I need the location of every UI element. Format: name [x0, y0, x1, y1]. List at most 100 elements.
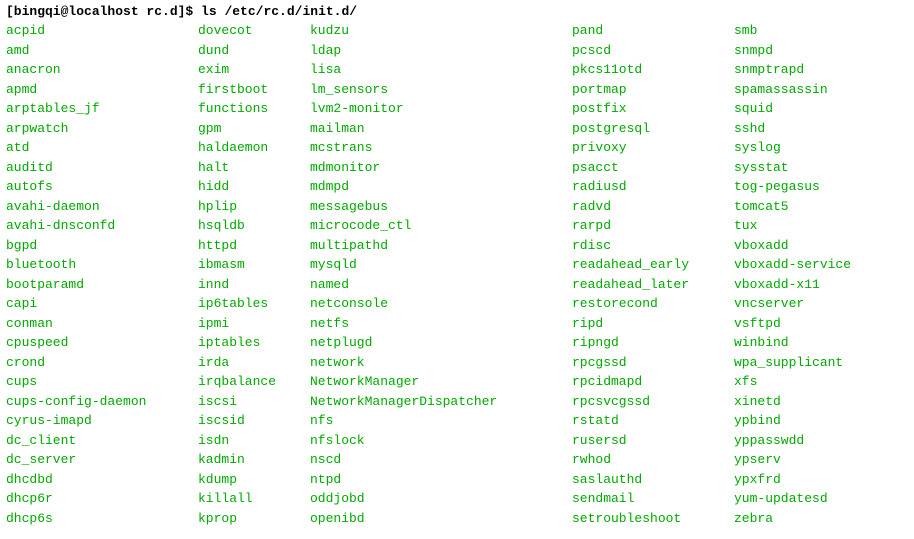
directory-listing: acpidamdanacronapmdarptables_jfarpwatcha…	[6, 21, 908, 528]
list-item: dovecot	[198, 21, 298, 41]
list-item: postgresql	[572, 119, 722, 139]
list-item: conman	[6, 314, 186, 334]
list-item: rusersd	[572, 431, 722, 451]
list-item: NetworkManager	[310, 372, 560, 392]
list-item: spamassassin	[734, 80, 884, 100]
list-item: amd	[6, 41, 186, 61]
list-item: postfix	[572, 99, 722, 119]
list-item: rstatd	[572, 411, 722, 431]
list-item: arpwatch	[6, 119, 186, 139]
list-item: innd	[198, 275, 298, 295]
list-item: gpm	[198, 119, 298, 139]
list-item: setroubleshoot	[572, 509, 722, 529]
list-item: nfslock	[310, 431, 560, 451]
list-item: yum-updatesd	[734, 489, 884, 509]
list-item: pcscd	[572, 41, 722, 61]
list-item: bluetooth	[6, 255, 186, 275]
list-item: ipmi	[198, 314, 298, 334]
list-item: hidd	[198, 177, 298, 197]
list-item: rarpd	[572, 216, 722, 236]
list-item: dhcdbd	[6, 470, 186, 490]
list-item: avahi-dnsconfd	[6, 216, 186, 236]
list-item: network	[310, 353, 560, 373]
list-item: sshd	[734, 119, 884, 139]
list-item: syslog	[734, 138, 884, 158]
list-item: radiusd	[572, 177, 722, 197]
list-item: ntpd	[310, 470, 560, 490]
list-item: haldaemon	[198, 138, 298, 158]
list-item: openibd	[310, 509, 560, 529]
list-item: mcstrans	[310, 138, 560, 158]
list-item: restorecond	[572, 294, 722, 314]
list-item: ibmasm	[198, 255, 298, 275]
list-item: microcode_ctl	[310, 216, 560, 236]
list-item: mailman	[310, 119, 560, 139]
list-item: apmd	[6, 80, 186, 100]
list-item: tux	[734, 216, 884, 236]
list-item: snmpd	[734, 41, 884, 61]
list-item: kudzu	[310, 21, 560, 41]
list-item: ldap	[310, 41, 560, 61]
list-item: ip6tables	[198, 294, 298, 314]
list-item: radvd	[572, 197, 722, 217]
list-item: ypxfrd	[734, 470, 884, 490]
list-item: nscd	[310, 450, 560, 470]
list-item: readahead_later	[572, 275, 722, 295]
list-item: ypserv	[734, 450, 884, 470]
list-item: isdn	[198, 431, 298, 451]
list-item: named	[310, 275, 560, 295]
list-item: zebra	[734, 509, 884, 529]
list-item: autofs	[6, 177, 186, 197]
terminal-prompt: [bingqi@localhost rc.d]$ ls /etc/rc.d/in…	[6, 4, 908, 19]
list-item: dc_client	[6, 431, 186, 451]
list-item: multipathd	[310, 236, 560, 256]
list-item: snmptrapd	[734, 60, 884, 80]
listing-col-3: pandpcscdpkcs11otdportmappostfixpostgres…	[572, 21, 722, 528]
list-item: vboxadd	[734, 236, 884, 256]
list-item: netplugd	[310, 333, 560, 353]
list-item: bgpd	[6, 236, 186, 256]
list-item: kprop	[198, 509, 298, 529]
list-item: auditd	[6, 158, 186, 178]
list-item: tomcat5	[734, 197, 884, 217]
list-item: mdmonitor	[310, 158, 560, 178]
list-item: smb	[734, 21, 884, 41]
list-item: arptables_jf	[6, 99, 186, 119]
list-item: psacct	[572, 158, 722, 178]
list-item: ripngd	[572, 333, 722, 353]
list-item: rpcgssd	[572, 353, 722, 373]
list-item: cups-config-daemon	[6, 392, 186, 412]
list-item: oddjobd	[310, 489, 560, 509]
list-item: dhcp6s	[6, 509, 186, 529]
list-item: pand	[572, 21, 722, 41]
list-item: kadmin	[198, 450, 298, 470]
listing-col-4: smbsnmpdsnmptrapdspamassassinsquidsshdsy…	[734, 21, 884, 528]
list-item: kdump	[198, 470, 298, 490]
list-item: acpid	[6, 21, 186, 41]
list-item: cups	[6, 372, 186, 392]
list-item: lm_sensors	[310, 80, 560, 100]
prompt-user-host: [bingqi@localhost rc.d]$	[6, 4, 193, 19]
list-item: hsqldb	[198, 216, 298, 236]
list-item: iptables	[198, 333, 298, 353]
list-item: sendmail	[572, 489, 722, 509]
list-item: netfs	[310, 314, 560, 334]
list-item: anacron	[6, 60, 186, 80]
list-item: iscsi	[198, 392, 298, 412]
list-item: lvm2-monitor	[310, 99, 560, 119]
list-item: rdisc	[572, 236, 722, 256]
list-item: atd	[6, 138, 186, 158]
list-item: irqbalance	[198, 372, 298, 392]
list-item: killall	[198, 489, 298, 509]
list-item: messagebus	[310, 197, 560, 217]
list-item: bootparamd	[6, 275, 186, 295]
list-item: mdmpd	[310, 177, 560, 197]
listing-col-0: acpidamdanacronapmdarptables_jfarpwatcha…	[6, 21, 186, 528]
list-item: irda	[198, 353, 298, 373]
list-item: lisa	[310, 60, 560, 80]
list-item: saslauthd	[572, 470, 722, 490]
list-item: ypbind	[734, 411, 884, 431]
list-item: rwhod	[572, 450, 722, 470]
list-item: mysqld	[310, 255, 560, 275]
list-item: readahead_early	[572, 255, 722, 275]
